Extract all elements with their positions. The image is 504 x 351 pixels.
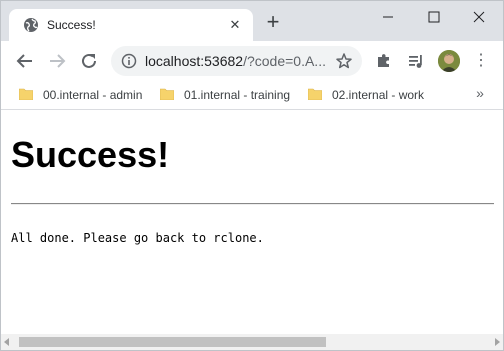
bookmark-folder[interactable]: 00.internal - admin	[19, 87, 142, 103]
horizontal-rule	[11, 203, 494, 205]
maximize-icon[interactable]	[419, 7, 449, 27]
new-tab-button[interactable]: +	[263, 11, 283, 33]
bookmark-label: 01.internal - training	[184, 88, 291, 102]
browser-window: Success! ✕ + localhost:53682/?code=0.A..…	[0, 0, 504, 351]
folder-icon	[160, 88, 174, 100]
avatar-image	[438, 50, 460, 72]
toolbar: localhost:53682/?code=0.A... ⋮	[1, 41, 503, 81]
bookmark-folder[interactable]: 01.internal - training	[160, 87, 290, 103]
url-host: localhost:53682	[145, 53, 244, 69]
folder-icon	[19, 88, 33, 100]
title-bar: Success! ✕ +	[1, 1, 503, 41]
scroll-right-icon[interactable]	[495, 338, 500, 346]
close-window-icon[interactable]	[464, 7, 494, 27]
tab-title: Success!	[47, 18, 96, 32]
status-message: All done. Please go back to rclone.	[11, 231, 264, 245]
back-arrow-icon[interactable]	[14, 50, 36, 72]
forward-arrow-icon[interactable]	[46, 50, 68, 72]
reading-list-icon[interactable]	[406, 51, 426, 71]
scroll-left-icon[interactable]	[4, 338, 9, 346]
info-icon[interactable]	[121, 53, 137, 69]
globe-icon	[24, 18, 38, 32]
url-path: /?code=0.A...	[243, 53, 326, 69]
close-tab-icon[interactable]: ✕	[227, 17, 243, 33]
address-bar[interactable]: localhost:53682/?code=0.A...	[111, 46, 362, 76]
kebab-menu-icon[interactable]: ⋮	[473, 51, 489, 71]
bookmark-label: 02.internal - work	[332, 88, 425, 102]
horizontal-scrollbar[interactable]	[1, 334, 503, 350]
bookmarks-overflow-icon[interactable]: »	[473, 85, 487, 101]
tab-success[interactable]: Success! ✕	[9, 9, 253, 41]
page-content: Success! All done. Please go back to rcl…	[1, 110, 503, 334]
reload-icon[interactable]	[78, 50, 100, 72]
url-text[interactable]: localhost:53682/?code=0.A...	[145, 53, 326, 69]
extensions-puzzle-icon[interactable]	[374, 51, 394, 71]
bookmark-folder[interactable]: 02.internal - work	[308, 87, 424, 103]
bookmark-label: 00.internal - admin	[43, 88, 143, 102]
page-heading: Success!	[11, 134, 170, 175]
minimize-icon[interactable]	[373, 7, 403, 27]
bookmarks-bar: 00.internal - admin 01.internal - traini…	[1, 81, 503, 110]
profile-avatar[interactable]	[438, 50, 460, 72]
scrollbar-thumb[interactable]	[19, 337, 326, 347]
star-icon[interactable]	[335, 52, 353, 70]
folder-icon	[308, 88, 322, 100]
